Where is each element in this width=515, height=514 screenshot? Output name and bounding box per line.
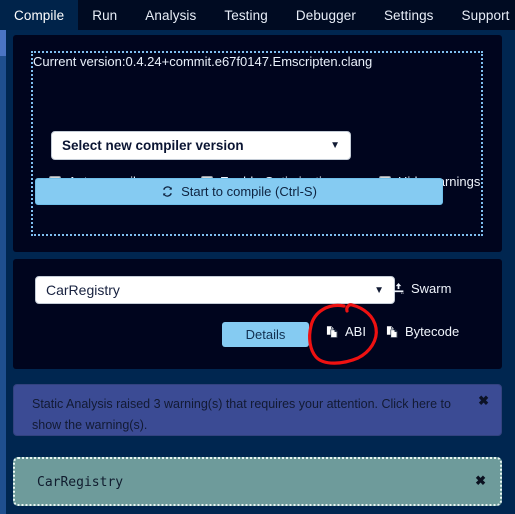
- tab-compile[interactable]: Compile: [0, 0, 79, 30]
- copy-file-icon: [385, 325, 399, 339]
- compiled-contract-box[interactable]: CarRegistry ✖: [13, 457, 502, 506]
- current-version-text: Current version:0.4.24+commit.e67f0147.E…: [33, 54, 373, 69]
- tab-testing-label: Testing: [224, 7, 268, 23]
- compile-tab-screen: Compile Run Analysis Testing Debugger Se…: [0, 0, 515, 514]
- start-compile-button[interactable]: Start to compile (Ctrl-S): [35, 178, 443, 205]
- tab-compile-label: Compile: [14, 7, 65, 23]
- details-button[interactable]: Details: [222, 322, 309, 347]
- contract-actions-row: Details ABI Bytecode: [13, 322, 502, 350]
- tab-analysis[interactable]: Analysis: [131, 0, 210, 30]
- swarm-publish-button[interactable]: Swarm: [392, 281, 451, 296]
- compiler-version-select[interactable]: Select new compiler version ▼: [51, 131, 351, 160]
- copy-bytecode-button[interactable]: Bytecode: [385, 324, 459, 339]
- tab-support[interactable]: Support: [448, 0, 515, 30]
- tab-debugger[interactable]: Debugger: [282, 0, 370, 30]
- left-rail: [0, 30, 6, 514]
- details-label: Details: [245, 327, 286, 342]
- main-tab-bar: Compile Run Analysis Testing Debugger Se…: [0, 0, 515, 30]
- left-rail-highlight: [0, 30, 6, 56]
- tab-run[interactable]: Run: [78, 0, 131, 30]
- static-analysis-alert-message: Static Analysis raised 3 warning(s) that…: [32, 397, 451, 432]
- compiled-contract-name: CarRegistry: [37, 475, 124, 490]
- contract-select[interactable]: CarRegistry ▼: [35, 276, 395, 304]
- refresh-icon: [161, 185, 174, 198]
- upload-icon: [392, 282, 405, 295]
- tab-debugger-label: Debugger: [295, 7, 356, 23]
- tab-settings-label: Settings: [383, 7, 434, 23]
- close-icon[interactable]: ✖: [475, 474, 486, 487]
- tab-settings[interactable]: Settings: [370, 0, 448, 30]
- static-analysis-alert[interactable]: Static Analysis raised 3 warning(s) that…: [13, 384, 502, 436]
- copy-abi-button[interactable]: ABI: [325, 324, 366, 339]
- abi-label: ABI: [345, 324, 366, 339]
- close-icon[interactable]: ✖: [478, 394, 489, 407]
- copy-file-icon: [325, 325, 339, 339]
- swarm-label: Swarm: [411, 281, 452, 296]
- tab-run-label: Run: [92, 7, 118, 23]
- start-compile-label: Start to compile (Ctrl-S): [181, 184, 317, 199]
- compiler-version-select-value: Select new compiler version: [62, 138, 244, 153]
- tab-support-label: Support: [461, 7, 510, 23]
- chevron-down-icon: ▼: [330, 140, 340, 151]
- chevron-down-icon: ▼: [374, 284, 384, 296]
- tab-testing[interactable]: Testing: [210, 0, 281, 30]
- contract-panel: CarRegistry ▼: [13, 259, 502, 369]
- bytecode-label: Bytecode: [405, 324, 460, 339]
- compiler-settings-panel: Current version:0.4.24+commit.e67f0147.E…: [13, 35, 502, 252]
- contract-select-value: CarRegistry: [46, 282, 120, 298]
- tab-analysis-label: Analysis: [145, 7, 197, 23]
